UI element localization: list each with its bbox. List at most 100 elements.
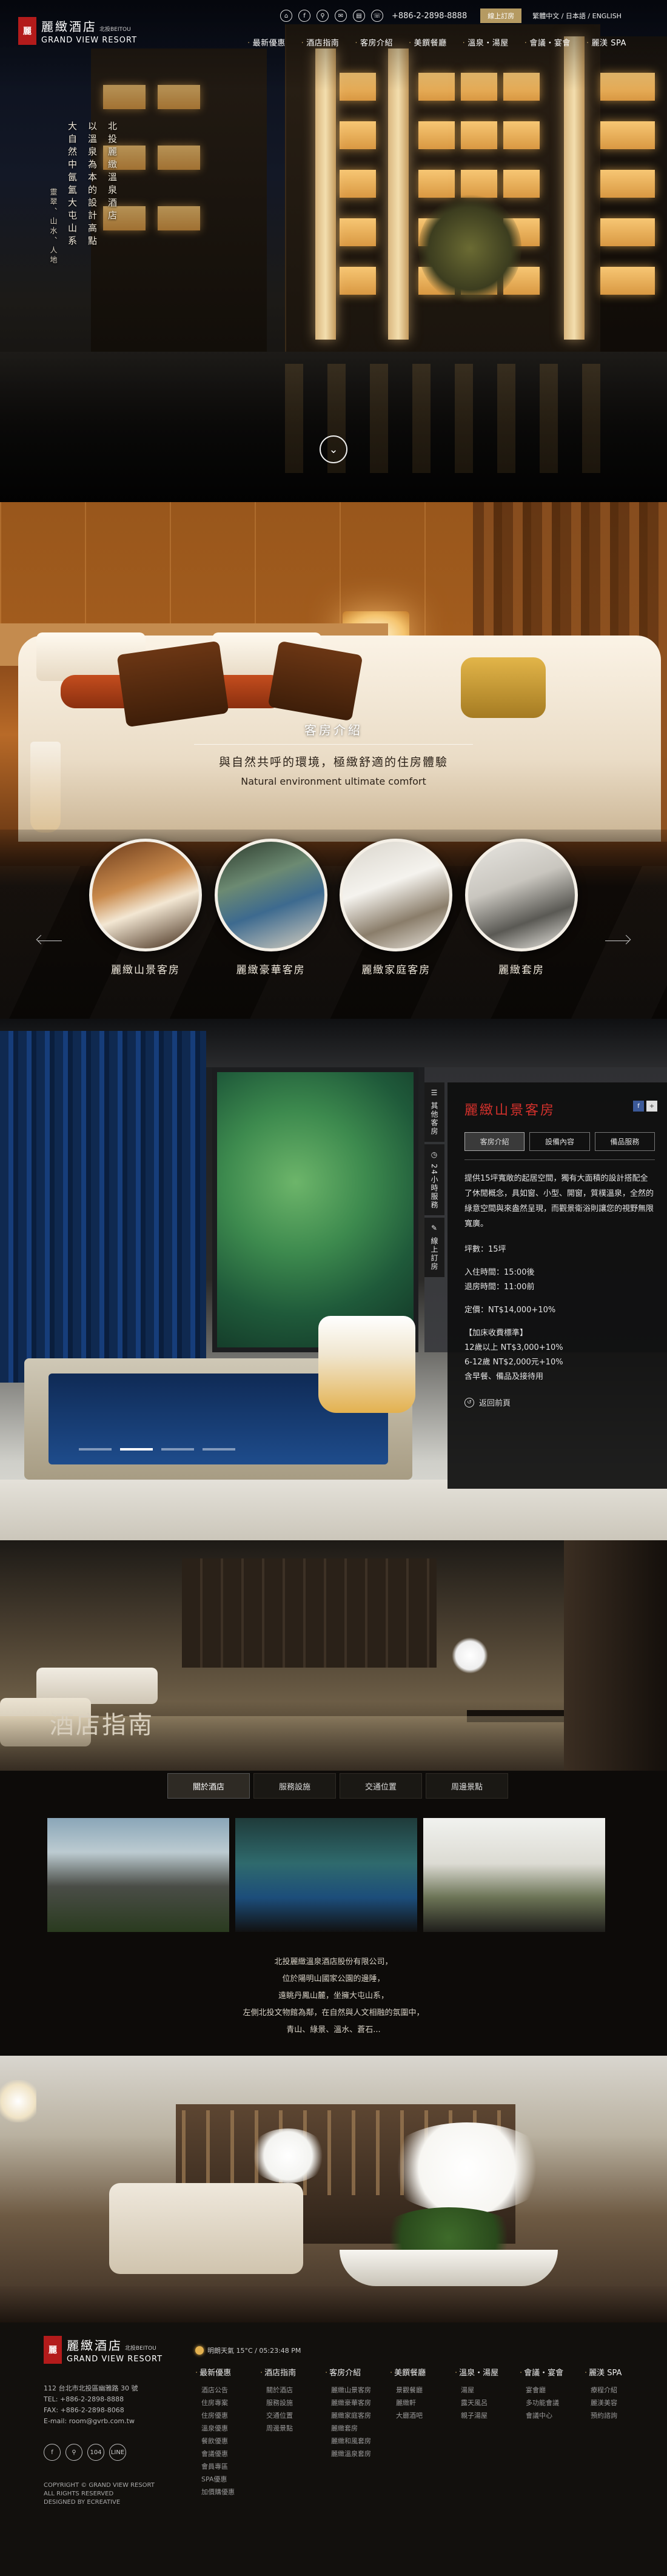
footer-column-heading[interactable]: 麗渼 SPA [585,2366,649,2378]
footer-column-heading[interactable]: 客房介紹 [325,2366,390,2378]
footer-link[interactable]: 湯屋 [455,2384,520,2397]
room-name[interactable]: 麗緻豪華客房 [213,961,329,976]
footer-link[interactable]: 預約諮詢 [585,2409,649,2422]
nav-item-rooms[interactable]: 客房介紹 [347,36,401,48]
facebook-icon[interactable]: f [298,10,310,22]
mail-icon[interactable]: ✉ [335,10,347,22]
footer-link[interactable]: 多功能會議 [520,2397,585,2409]
room-name[interactable]: 麗緻家庭客房 [338,961,454,976]
slider-dot[interactable] [161,1448,194,1451]
rooms-headline-en: Natural environment ultimate comfort [241,776,426,787]
room-card[interactable]: 麗緻套房 [464,839,579,976]
footer-column-heading[interactable]: 溫泉・湯屋 [455,2366,520,2378]
tab-transport[interactable]: 交通位置 [340,1773,422,1799]
footer-link[interactable]: 酒店公告 [195,2384,260,2397]
rooms-next-arrow[interactable] [605,933,629,941]
footer-link[interactable]: 餐飲優惠 [195,2435,260,2447]
footer-column-heading[interactable]: 酒店指南 [260,2366,325,2378]
chevron-down-icon[interactable]: ⌄ [320,435,347,463]
footer-logo[interactable]: 麗 麗緻酒店 北投BEITOU GRAND VIEW RESORT [44,2336,163,2364]
nav-item-offers[interactable]: 最新優惠 [240,36,293,48]
tripadvisor-icon[interactable]: 104 [87,2444,104,2461]
footer-column: 酒店指南關於酒店服務設施交通位置周邊景點 [260,2366,325,2498]
language-switcher[interactable]: 繁體中文 / 日本語 / ENGLISH [532,11,622,21]
footer-link[interactable]: 住房專案 [195,2397,260,2409]
pin-icon[interactable]: ⚲ [317,10,329,22]
footer-link[interactable]: 周邊景點 [260,2422,325,2435]
tab-equipment[interactable]: 設備內容 [529,1132,590,1151]
rooms-prev-arrow[interactable] [38,933,62,941]
footer-link[interactable]: SPA優惠 [195,2473,260,2486]
book-online-button[interactable]: 線上訂房 [480,8,522,23]
logo-mark: 麗 [18,17,36,45]
room-card[interactable]: 麗緻山景客房 [88,839,203,976]
room-name[interactable]: 麗緻套房 [464,961,579,976]
tab-attractions[interactable]: 周邊景點 [426,1773,508,1799]
home-icon[interactable]: ⌂ [280,10,292,22]
nav-item-spa-bath[interactable]: 溫泉・湯屋 [455,36,517,48]
footer-link[interactable]: 麗緻豪華客房 [325,2397,390,2409]
tab-facilities[interactable]: 服務設施 [253,1773,336,1799]
room-thumbnail[interactable] [89,839,202,951]
footer-link[interactable]: 加價購優惠 [195,2486,260,2498]
brand-logo[interactable]: 麗 麗緻酒店 北投BEITOU GRAND VIEW RESORT [18,17,137,45]
footer-link[interactable]: 宴會廳 [520,2384,585,2397]
room-thumbnail[interactable] [340,839,453,951]
footer-link[interactable]: 療程介紹 [585,2384,649,2397]
footer-link[interactable]: 麗緻山景客房 [325,2384,390,2397]
side-tab-book-online[interactable]: ✎線上訂房 [424,1218,444,1278]
sitemap-icon[interactable]: ▤ [353,10,365,22]
footer-link[interactable]: 麗緻和風套房 [325,2435,390,2447]
nav-item-meetings[interactable]: 會議・宴會 [517,36,578,48]
designer-credit[interactable]: DESIGNED BY ECREATIVE [44,2498,155,2507]
guide-photo-exterior[interactable] [47,1818,229,1932]
line-icon[interactable]: LINE [109,2444,126,2461]
footer-column-heading[interactable]: 會議・宴會 [520,2366,585,2378]
guide-photo-terrace[interactable] [423,1818,605,1932]
slider-dot[interactable] [120,1448,153,1451]
footer-tel[interactable]: TEL: +886-2-2898-8888 [44,2394,138,2405]
footer-column-heading[interactable]: 最新優惠 [195,2366,260,2378]
tab-about[interactable]: 關於酒店 [167,1773,250,1799]
pin-icon[interactable]: ⚲ [65,2444,82,2461]
footer-link[interactable]: 麗緻軒 [390,2397,455,2409]
room-thumbnail[interactable] [214,839,327,951]
more-share-icon[interactable]: + [646,1101,657,1112]
nav-item-spa[interactable]: 麗渼 SPA [578,36,634,48]
room-thumbnail[interactable] [464,839,578,951]
guide-photo-pool[interactable] [235,1818,417,1932]
phone-number[interactable]: +886-2-2898-8888 [392,12,467,21]
footer-link[interactable]: 大廳酒吧 [390,2409,455,2422]
footer-link[interactable]: 交通位置 [260,2409,325,2422]
nav-item-guide[interactable]: 酒店指南 [293,36,347,48]
room-card[interactable]: 麗緻家庭客房 [338,839,454,976]
footer-link[interactable]: 關於酒店 [260,2384,325,2397]
footer-link[interactable]: 溫泉優惠 [195,2422,260,2435]
footer-link[interactable]: 麗緻溫泉套房 [325,2447,390,2460]
facebook-share-icon[interactable]: f [633,1101,644,1112]
footer-link[interactable]: 露天風呂 [455,2397,520,2409]
footer-column-heading[interactable]: 美饌餐廳 [390,2366,455,2378]
footer-email[interactable]: E-mail: room@gvrb.com.tw [44,2416,138,2427]
slider-dot[interactable] [203,1448,235,1451]
room-name[interactable]: 麗緻山景客房 [88,961,203,976]
footer-link[interactable]: 會議優惠 [195,2447,260,2460]
footer-link[interactable]: 麗緻家庭客房 [325,2409,390,2422]
tab-amenities[interactable]: 備品服務 [594,1132,655,1151]
slider-dot[interactable] [79,1448,112,1451]
footer-link[interactable]: 景觀餐廳 [390,2384,455,2397]
footer-link[interactable]: 麗緻套房 [325,2422,390,2435]
footer-link[interactable]: 麗渼美容 [585,2397,649,2409]
side-tab-24h-service[interactable]: ◷24小時服務 [424,1144,444,1216]
footer-link[interactable]: 住房優惠 [195,2409,260,2422]
nav-item-dining[interactable]: 美饌餐廳 [401,36,455,48]
footer-link[interactable]: 服務設施 [260,2397,325,2409]
footer-link[interactable]: 親子湯屋 [455,2409,520,2422]
room-card[interactable]: 麗緻豪華客房 [213,839,329,976]
facebook-icon[interactable]: f [44,2444,61,2461]
footer-link[interactable]: 會議中心 [520,2409,585,2422]
back-link[interactable]: ↺ 返回前頁 [464,1397,655,1408]
tab-room-intro[interactable]: 客房介紹 [464,1132,525,1151]
side-tab-other-rooms[interactable]: ☰其他客房 [424,1082,444,1142]
footer-link[interactable]: 會員專區 [195,2460,260,2473]
